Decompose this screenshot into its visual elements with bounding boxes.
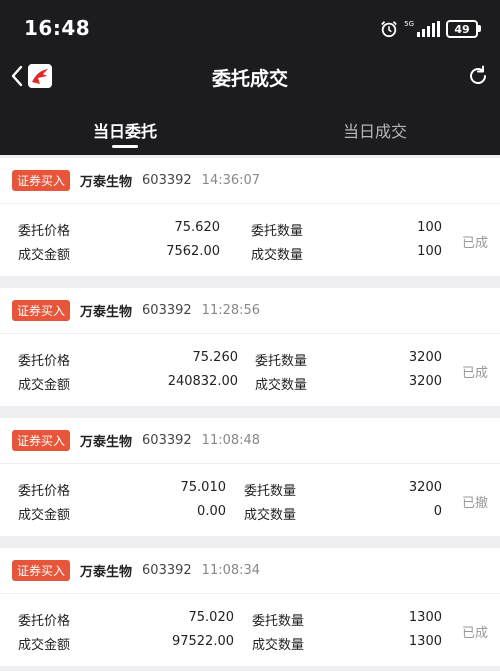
stock-code: 603392 bbox=[142, 433, 192, 448]
tab-active-indicator bbox=[112, 145, 138, 148]
order-card[interactable]: 证券买入 万泰生物 603392 11:28:56 委托价格 75.260 委托… bbox=[0, 288, 500, 406]
refresh-icon[interactable] bbox=[466, 64, 490, 88]
order-card-header: 证券买入 万泰生物 603392 11:08:34 bbox=[0, 548, 500, 594]
alarm-clock-icon bbox=[381, 21, 397, 38]
order-price-value: 75.260 bbox=[192, 350, 239, 365]
deal-amount-label: 成交金额 bbox=[18, 638, 71, 653]
order-time: 11:08:34 bbox=[201, 563, 261, 578]
order-price-value: 75.620 bbox=[174, 220, 221, 235]
order-status: 已撤 bbox=[461, 496, 488, 511]
order-qty-value: 1300 bbox=[408, 610, 442, 625]
deal-qty-label: 成交数量 bbox=[255, 378, 308, 393]
status-time: 16:48 bbox=[24, 16, 91, 40]
order-time: 14:36:07 bbox=[201, 173, 261, 188]
order-card-header: 证券买入 万泰生物 603392 11:08:48 bbox=[0, 418, 500, 464]
stock-code: 603392 bbox=[142, 173, 192, 188]
signal-icon: 5G bbox=[404, 21, 440, 37]
deal-amount-value: 7562.00 bbox=[166, 244, 220, 259]
order-card-header: 证券买入 万泰生物 603392 14:36:07 bbox=[0, 158, 500, 204]
order-status: 已成 bbox=[461, 366, 488, 381]
order-type-badge: 证券买入 bbox=[12, 430, 71, 451]
order-type-badge: 证券买入 bbox=[12, 560, 71, 581]
deal-amount-label: 成交金额 bbox=[18, 378, 71, 393]
order-status: 已成 bbox=[461, 236, 488, 251]
order-qty-value: 3200 bbox=[408, 480, 442, 495]
deal-qty-value: 0 bbox=[433, 504, 442, 519]
status-icons: 5G 49 bbox=[380, 18, 481, 40]
order-card[interactable]: 证券买入 万泰生物 603392 14:36:07 委托价格 75.620 委托… bbox=[0, 158, 500, 276]
deal-qty-value: 100 bbox=[417, 244, 442, 259]
order-price-label: 委托价格 bbox=[18, 354, 71, 369]
order-price-label: 委托价格 bbox=[18, 484, 71, 499]
deal-qty-label: 成交数量 bbox=[251, 248, 304, 263]
deal-amount-value: 97522.00 bbox=[171, 634, 234, 649]
page-title: 委托成交 bbox=[211, 68, 288, 90]
stock-name: 万泰生物 bbox=[80, 305, 133, 320]
deal-qty-value: 1300 bbox=[408, 634, 442, 649]
order-qty-label: 委托数量 bbox=[252, 614, 305, 629]
deal-amount-label: 成交金额 bbox=[18, 248, 71, 263]
deal-amount-value: 240832.00 bbox=[167, 374, 238, 389]
deal-qty-label: 成交数量 bbox=[252, 638, 305, 653]
deal-amount-value: 0.00 bbox=[197, 504, 226, 519]
order-price-value: 75.010 bbox=[180, 480, 227, 495]
tab-today-deals[interactable]: 当日成交 bbox=[250, 118, 500, 142]
order-time: 11:08:48 bbox=[201, 433, 261, 448]
tab-today-orders[interactable]: 当日委托 bbox=[0, 118, 250, 142]
order-qty-value: 100 bbox=[417, 220, 442, 235]
order-qty-label: 委托数量 bbox=[244, 484, 297, 499]
order-qty-label: 委托数量 bbox=[251, 224, 304, 239]
order-price-label: 委托价格 bbox=[18, 224, 71, 239]
order-status: 已成 bbox=[461, 626, 488, 641]
order-time: 11:28:56 bbox=[201, 303, 261, 318]
deal-qty-value: 3200 bbox=[408, 374, 442, 389]
order-price-value: 75.020 bbox=[188, 610, 235, 625]
stock-name: 万泰生物 bbox=[80, 565, 133, 580]
order-qty-value: 3200 bbox=[408, 350, 442, 365]
app-header: 16:48 5G 49 委托成交 当日委托 当日成交 bbox=[0, 0, 500, 155]
stock-name: 万泰生物 bbox=[80, 175, 133, 190]
stock-code: 603392 bbox=[142, 303, 192, 318]
battery-icon: 49 bbox=[446, 20, 481, 38]
stock-code: 603392 bbox=[142, 563, 192, 578]
stock-name: 万泰生物 bbox=[80, 435, 133, 450]
order-price-label: 委托价格 bbox=[18, 614, 71, 629]
order-card-header: 证券买入 万泰生物 603392 11:28:56 bbox=[0, 288, 500, 334]
order-qty-label: 委托数量 bbox=[255, 354, 308, 369]
order-type-badge: 证券买入 bbox=[12, 170, 71, 191]
deal-qty-label: 成交数量 bbox=[244, 508, 297, 523]
order-type-badge: 证券买入 bbox=[12, 300, 71, 321]
order-card[interactable]: 证券买入 万泰生物 603392 11:08:34 委托价格 75.020 委托… bbox=[0, 548, 500, 666]
order-card[interactable]: 证券买入 万泰生物 603392 11:08:48 委托价格 75.010 委托… bbox=[0, 418, 500, 536]
deal-amount-label: 成交金额 bbox=[18, 508, 71, 523]
